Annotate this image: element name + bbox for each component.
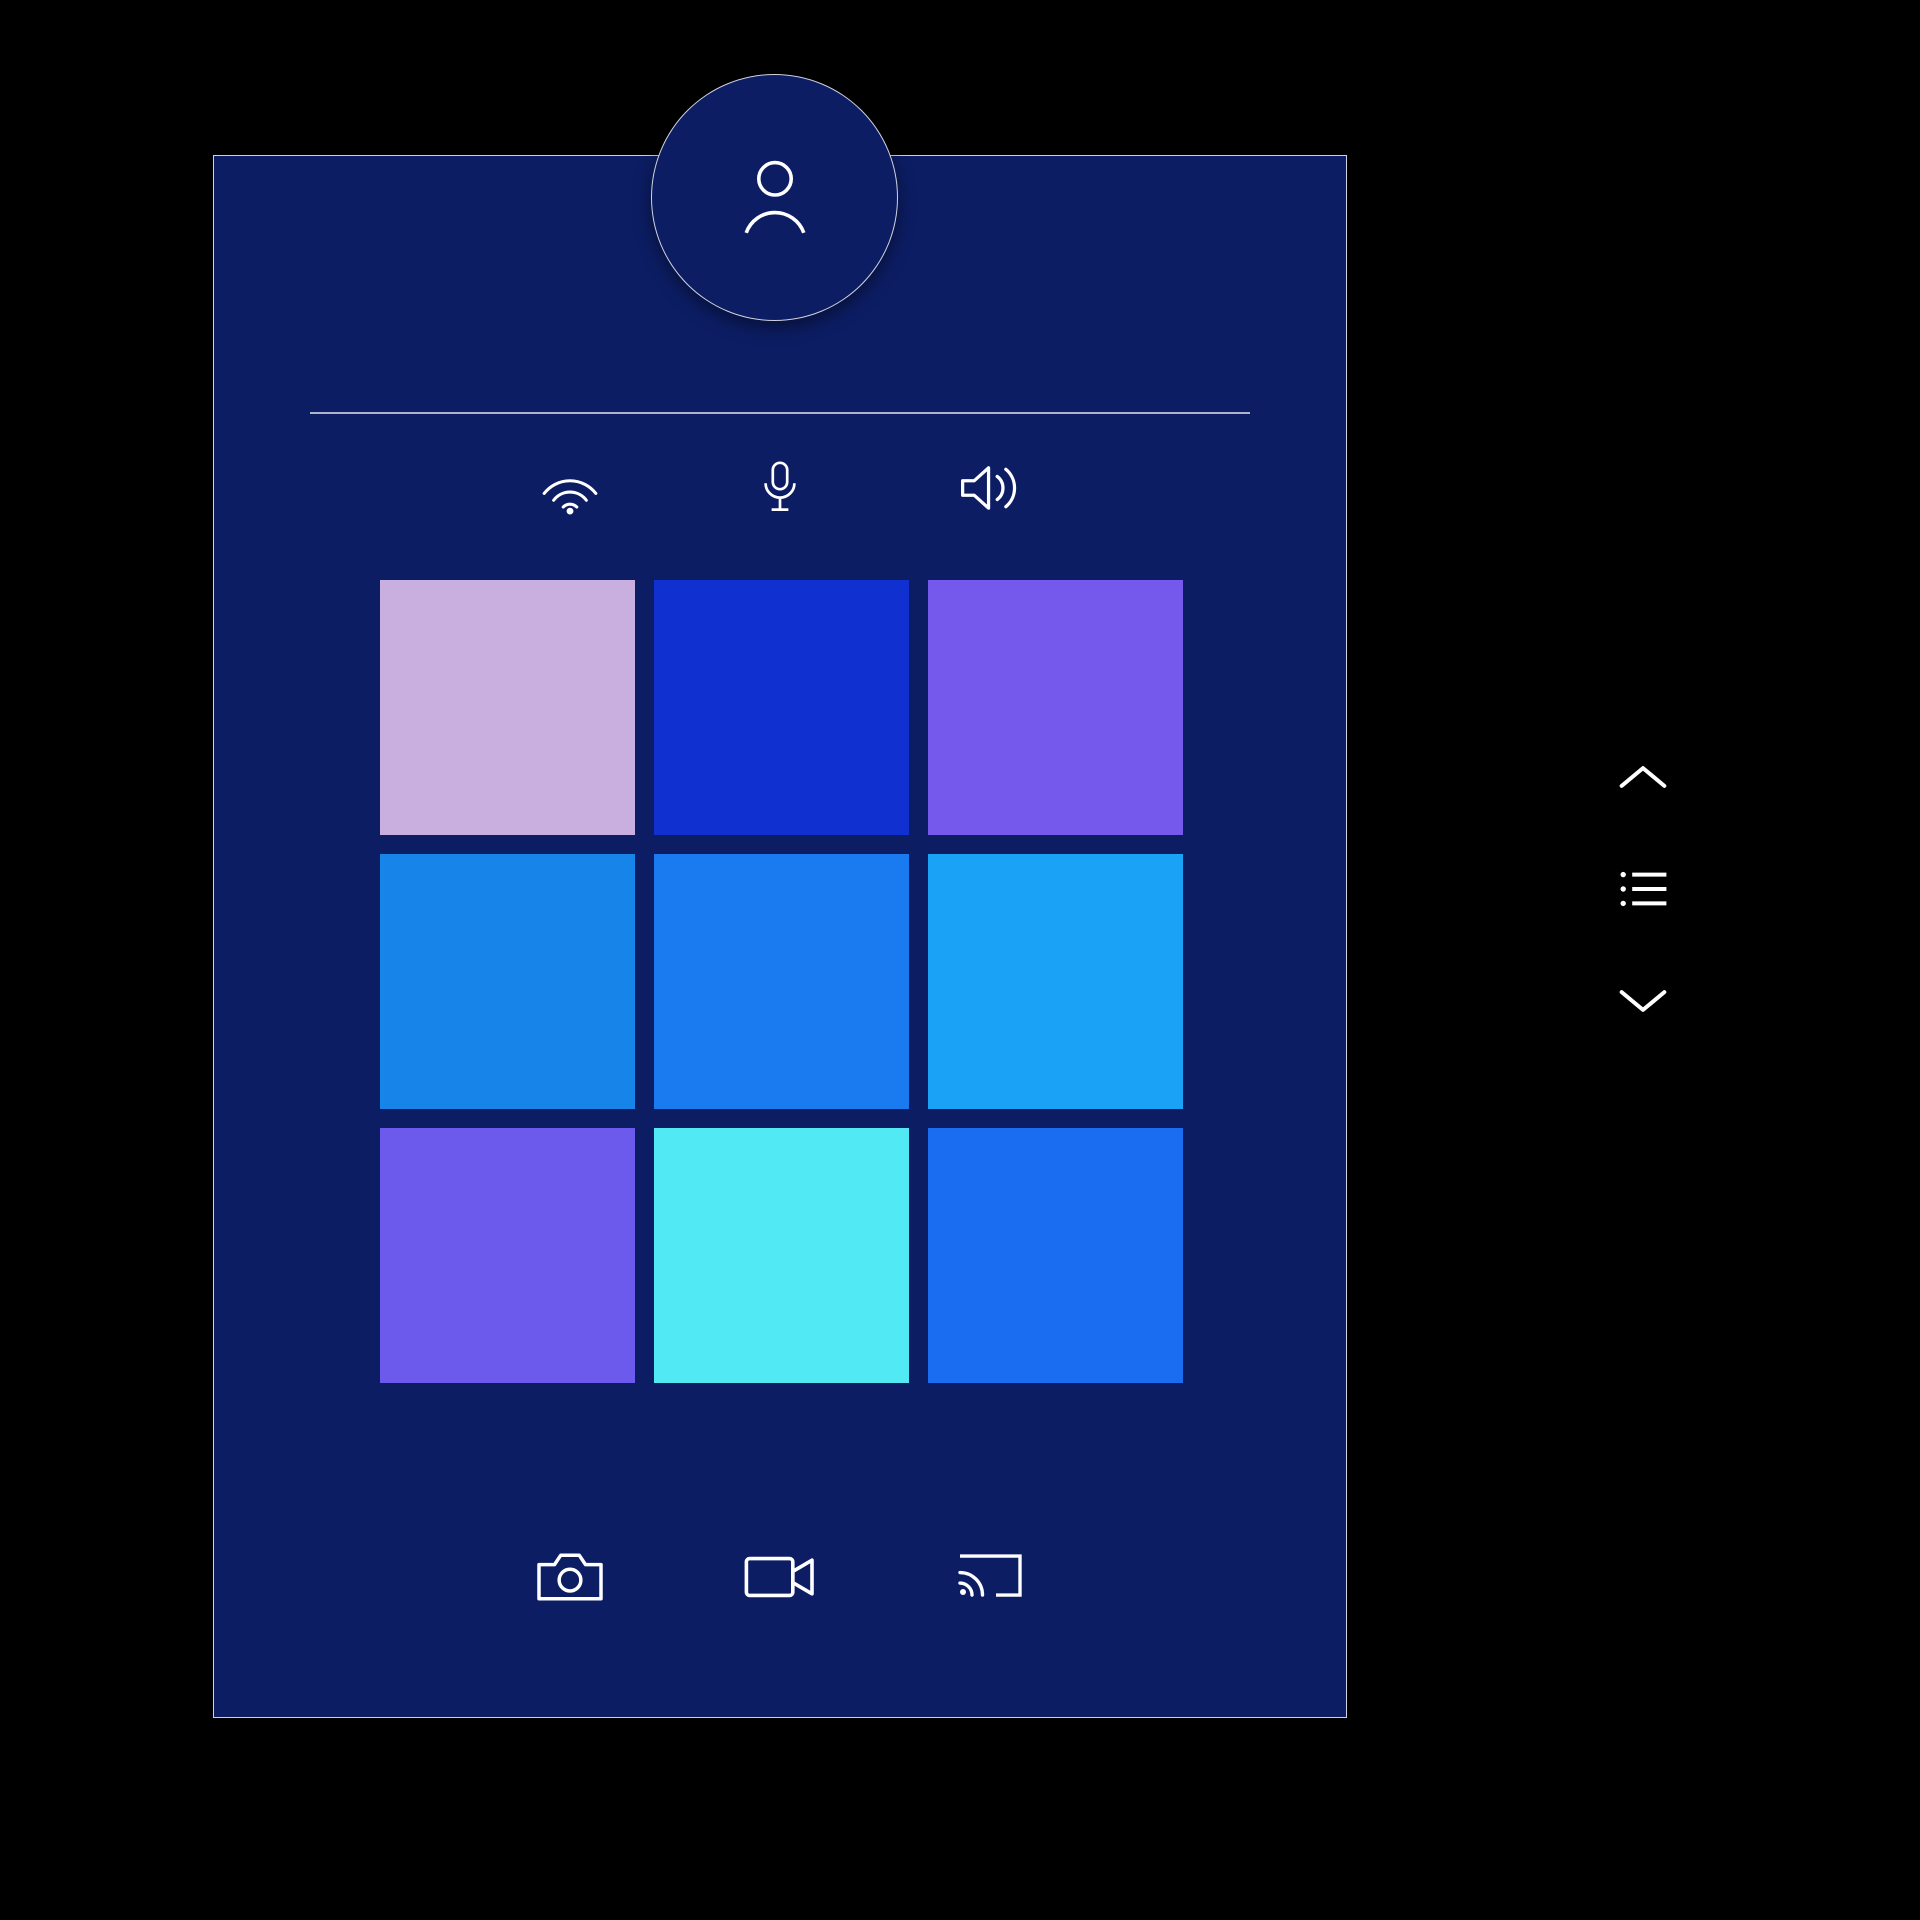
list-icon — [1616, 867, 1670, 916]
tile[interactable] — [380, 1128, 635, 1383]
camera-icon — [531, 1546, 609, 1613]
microphone-icon — [750, 454, 810, 527]
cast-icon — [951, 1547, 1029, 1612]
speaker-icon — [954, 459, 1026, 522]
tile[interactable] — [654, 854, 909, 1109]
tile[interactable] — [380, 854, 635, 1109]
cast-button[interactable] — [945, 1539, 1035, 1619]
tile[interactable] — [654, 1128, 909, 1383]
camera-button[interactable] — [525, 1539, 615, 1619]
avatar-button[interactable] — [651, 74, 898, 321]
video-button[interactable] — [735, 1539, 825, 1619]
tile[interactable] — [380, 580, 635, 835]
tile[interactable] — [928, 1128, 1183, 1383]
chevron-up-icon — [1616, 761, 1670, 798]
header-divider — [310, 412, 1250, 414]
wifi-icon — [536, 459, 604, 522]
tile[interactable] — [928, 580, 1183, 835]
list-button[interactable] — [1611, 866, 1675, 916]
top-toolbar — [214, 450, 1346, 530]
user-icon — [730, 150, 820, 245]
chevron-down-icon — [1616, 985, 1670, 1022]
bottom-toolbar — [214, 1539, 1346, 1619]
tile[interactable] — [928, 854, 1183, 1109]
video-icon — [739, 1549, 821, 1610]
scroll-down-button[interactable] — [1611, 978, 1675, 1028]
speaker-button[interactable] — [945, 450, 1035, 530]
main-panel — [213, 155, 1347, 1718]
tile[interactable] — [654, 580, 909, 835]
microphone-button[interactable] — [735, 450, 825, 530]
side-nav — [1611, 754, 1675, 1028]
tile-grid — [380, 580, 1183, 1383]
scroll-up-button[interactable] — [1611, 754, 1675, 804]
wifi-button[interactable] — [525, 450, 615, 530]
